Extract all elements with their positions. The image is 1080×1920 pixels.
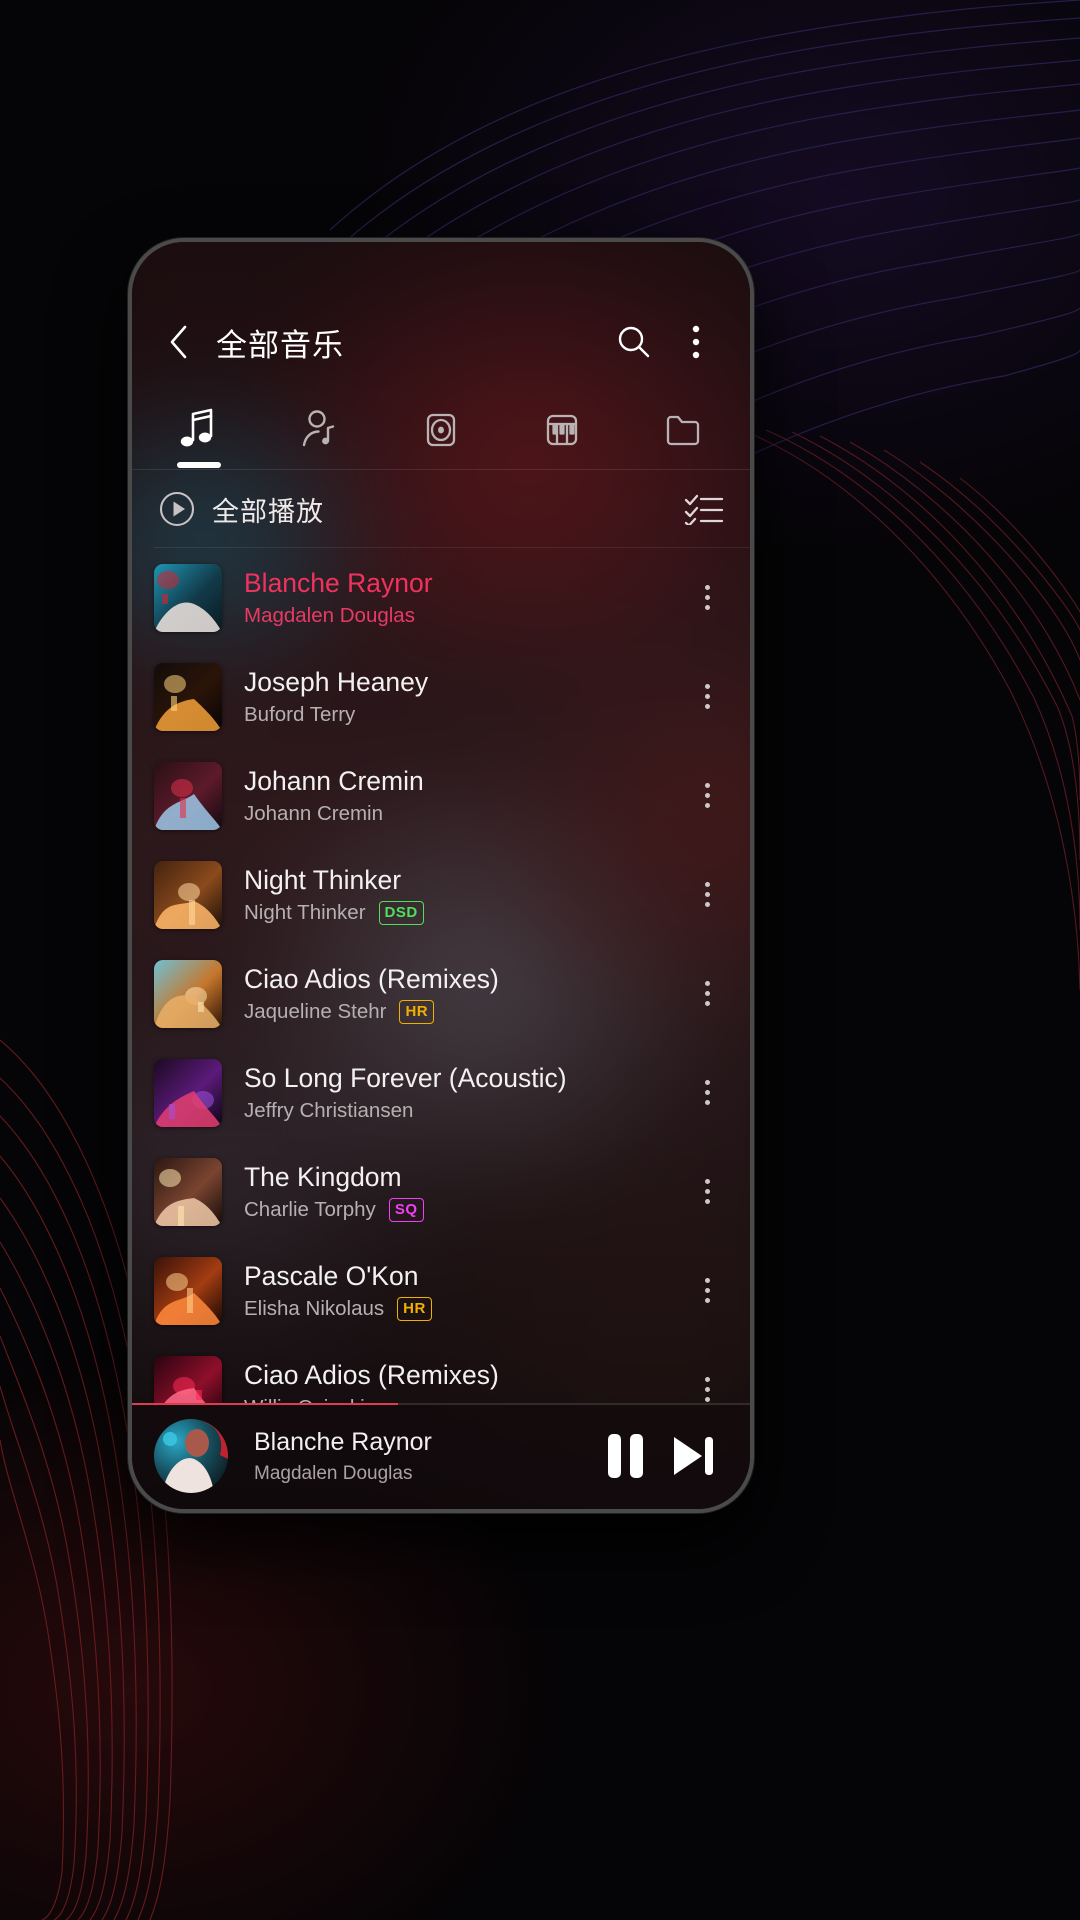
song-subtitle-row: Johann Cremin: [244, 802, 684, 826]
song-info: Ciao Adios (Remixes) Jaqueline Stehr HR: [244, 964, 684, 1024]
more-vertical-icon[interactable]: [684, 959, 730, 1029]
song-title: Pascale O'Kon: [244, 1260, 419, 1291]
song-title: Ciao Adios (Remixes): [244, 963, 499, 994]
song-artist: Jaqueline Stehr: [244, 999, 387, 1023]
song-row[interactable]: Johann Cremin Johann Cremin: [132, 746, 750, 845]
song-title: Night Thinker: [244, 864, 402, 895]
playback-progress-fill: [132, 1403, 398, 1405]
mini-player-artist: Magdalen Douglas: [254, 1462, 413, 1484]
quality-badge: DSD: [378, 900, 424, 925]
song-subtitle-row: Night Thinker DSD: [244, 900, 684, 925]
song-row[interactable]: Night Thinker Night Thinker DSD: [132, 845, 750, 944]
song-info: Joseph Heaney Buford Terry: [244, 667, 684, 727]
tab-genres[interactable]: [502, 390, 623, 470]
checklist-icon[interactable]: [684, 493, 724, 525]
song-list[interactable]: Blanche Raynor Magdalen Douglas Joseph He…: [132, 548, 750, 1403]
quality-badge: HR: [397, 1296, 432, 1321]
song-artist: Elisha Nikolaus: [244, 1296, 385, 1320]
more-vertical-icon[interactable]: [684, 860, 730, 930]
album-art-thumbnail: [154, 860, 222, 929]
song-title: Blanche Raynor: [244, 567, 433, 598]
play-all-bar: 全部播放: [132, 470, 750, 548]
mini-player-title: Blanche Raynor: [254, 1427, 432, 1456]
album-art-thumbnail: [154, 1157, 222, 1226]
more-vertical-icon[interactable]: [684, 1256, 730, 1326]
song-subtitle-row: Elisha Nikolaus HR: [244, 1296, 684, 1321]
song-info: So Long Forever (Acoustic) Jeffry Christi…: [244, 1063, 684, 1123]
play-all-button[interactable]: 全部播放: [158, 490, 324, 529]
album-art-thumbnail: [154, 662, 222, 731]
play-circle-icon: [159, 491, 195, 527]
tab-albums[interactable]: [380, 390, 501, 470]
album-art-thumbnail: [154, 1256, 222, 1325]
song-subtitle-row: Jaqueline Stehr HR: [244, 999, 684, 1024]
song-row[interactable]: Pascale O'Kon Elisha Nikolaus HR: [132, 1241, 750, 1340]
quality-badge: SQ: [388, 1197, 424, 1222]
song-title: Johann Cremin: [244, 765, 424, 796]
more-vertical-icon[interactable]: [684, 1157, 730, 1227]
phone-mockup: 全部音乐 全部播放 Blanche Raynor Magdalen Dougla…: [128, 238, 754, 1513]
album-avatar: [154, 1419, 228, 1493]
song-subtitle-row: Magdalen Douglas: [244, 604, 684, 628]
tab-songs[interactable]: [138, 390, 259, 470]
song-row[interactable]: So Long Forever (Acoustic) Jeffry Christi…: [132, 1043, 750, 1142]
song-title: Ciao Adios (Remixes): [244, 1359, 499, 1390]
playback-progress-track[interactable]: [132, 1403, 750, 1405]
song-artist: Willis Osinski: [244, 1396, 365, 1404]
song-title: The Kingdom: [244, 1161, 402, 1192]
tab-artists[interactable]: [259, 390, 380, 470]
song-info: Night Thinker Night Thinker DSD: [244, 865, 684, 925]
song-info: Johann Cremin Johann Cremin: [244, 766, 684, 826]
song-info: Blanche Raynor Magdalen Douglas: [244, 568, 684, 628]
music-app: 全部音乐 全部播放 Blanche Raynor Magdalen Dougla…: [132, 242, 750, 1509]
avatar[interactable]: [154, 1419, 228, 1493]
play-all-label: 全部播放: [212, 496, 324, 527]
song-artist: Night Thinker: [244, 900, 366, 924]
song-artist: Charlie Torphy: [244, 1197, 376, 1221]
song-subtitle-row: Charlie Torphy SQ: [244, 1197, 684, 1222]
more-vertical-icon[interactable]: [684, 1058, 730, 1128]
song-subtitle-row: Buford Terry: [244, 703, 684, 727]
song-artist: Buford Terry: [244, 702, 356, 726]
active-tab-indicator: [176, 462, 221, 468]
song-row[interactable]: Ciao Adios (Remixes) Willis Osinski: [132, 1340, 750, 1403]
song-row[interactable]: The Kingdom Charlie Torphy SQ: [132, 1142, 750, 1241]
song-subtitle-row: Willis Osinski: [244, 1396, 684, 1404]
song-row[interactable]: Joseph Heaney Buford Terry: [132, 647, 750, 746]
song-info: Pascale O'Kon Elisha Nikolaus HR: [244, 1261, 684, 1321]
album-art-thumbnail: [154, 959, 222, 1028]
song-artist: Magdalen Douglas: [244, 603, 415, 627]
song-title: So Long Forever (Acoustic): [244, 1062, 567, 1093]
more-vertical-icon[interactable]: [684, 761, 730, 831]
skip-next-icon[interactable]: [662, 1425, 724, 1487]
page-title: 全部音乐: [216, 327, 344, 363]
more-vertical-icon[interactable]: [684, 1355, 730, 1404]
quality-badge: HR: [399, 999, 435, 1024]
more-vertical-icon[interactable]: [670, 316, 722, 368]
library-tabs: [132, 390, 750, 470]
song-artist: Jeffry Christiansen: [244, 1098, 414, 1122]
song-artist: Johann Cremin: [244, 801, 384, 825]
album-art-thumbnail: [154, 1058, 222, 1127]
song-info: Ciao Adios (Remixes) Willis Osinski: [244, 1360, 684, 1404]
search-icon[interactable]: [608, 316, 660, 368]
album-art-thumbnail: [154, 563, 222, 632]
mini-player: Blanche Raynor Magdalen Douglas: [132, 1403, 750, 1509]
song-subtitle-row: Jeffry Christiansen: [244, 1099, 684, 1123]
more-vertical-icon[interactable]: [684, 563, 730, 633]
phone-screen: 全部音乐 全部播放 Blanche Raynor Magdalen Dougla…: [132, 242, 750, 1509]
mini-player-info: Blanche Raynor Magdalen Douglas: [254, 1428, 588, 1485]
song-row[interactable]: Ciao Adios (Remixes) Jaqueline Stehr HR: [132, 944, 750, 1043]
tab-folders[interactable]: [623, 390, 744, 470]
album-art-thumbnail: [154, 761, 222, 830]
album-art-thumbnail: [154, 1355, 222, 1403]
song-info: The Kingdom Charlie Torphy SQ: [244, 1162, 684, 1222]
more-vertical-icon[interactable]: [684, 662, 730, 732]
chevron-left-icon[interactable]: [158, 321, 200, 363]
pause-icon[interactable]: [594, 1425, 656, 1487]
app-topbar: 全部音乐: [132, 294, 750, 390]
song-title: Joseph Heaney: [244, 666, 429, 697]
song-row[interactable]: Blanche Raynor Magdalen Douglas: [132, 548, 750, 647]
